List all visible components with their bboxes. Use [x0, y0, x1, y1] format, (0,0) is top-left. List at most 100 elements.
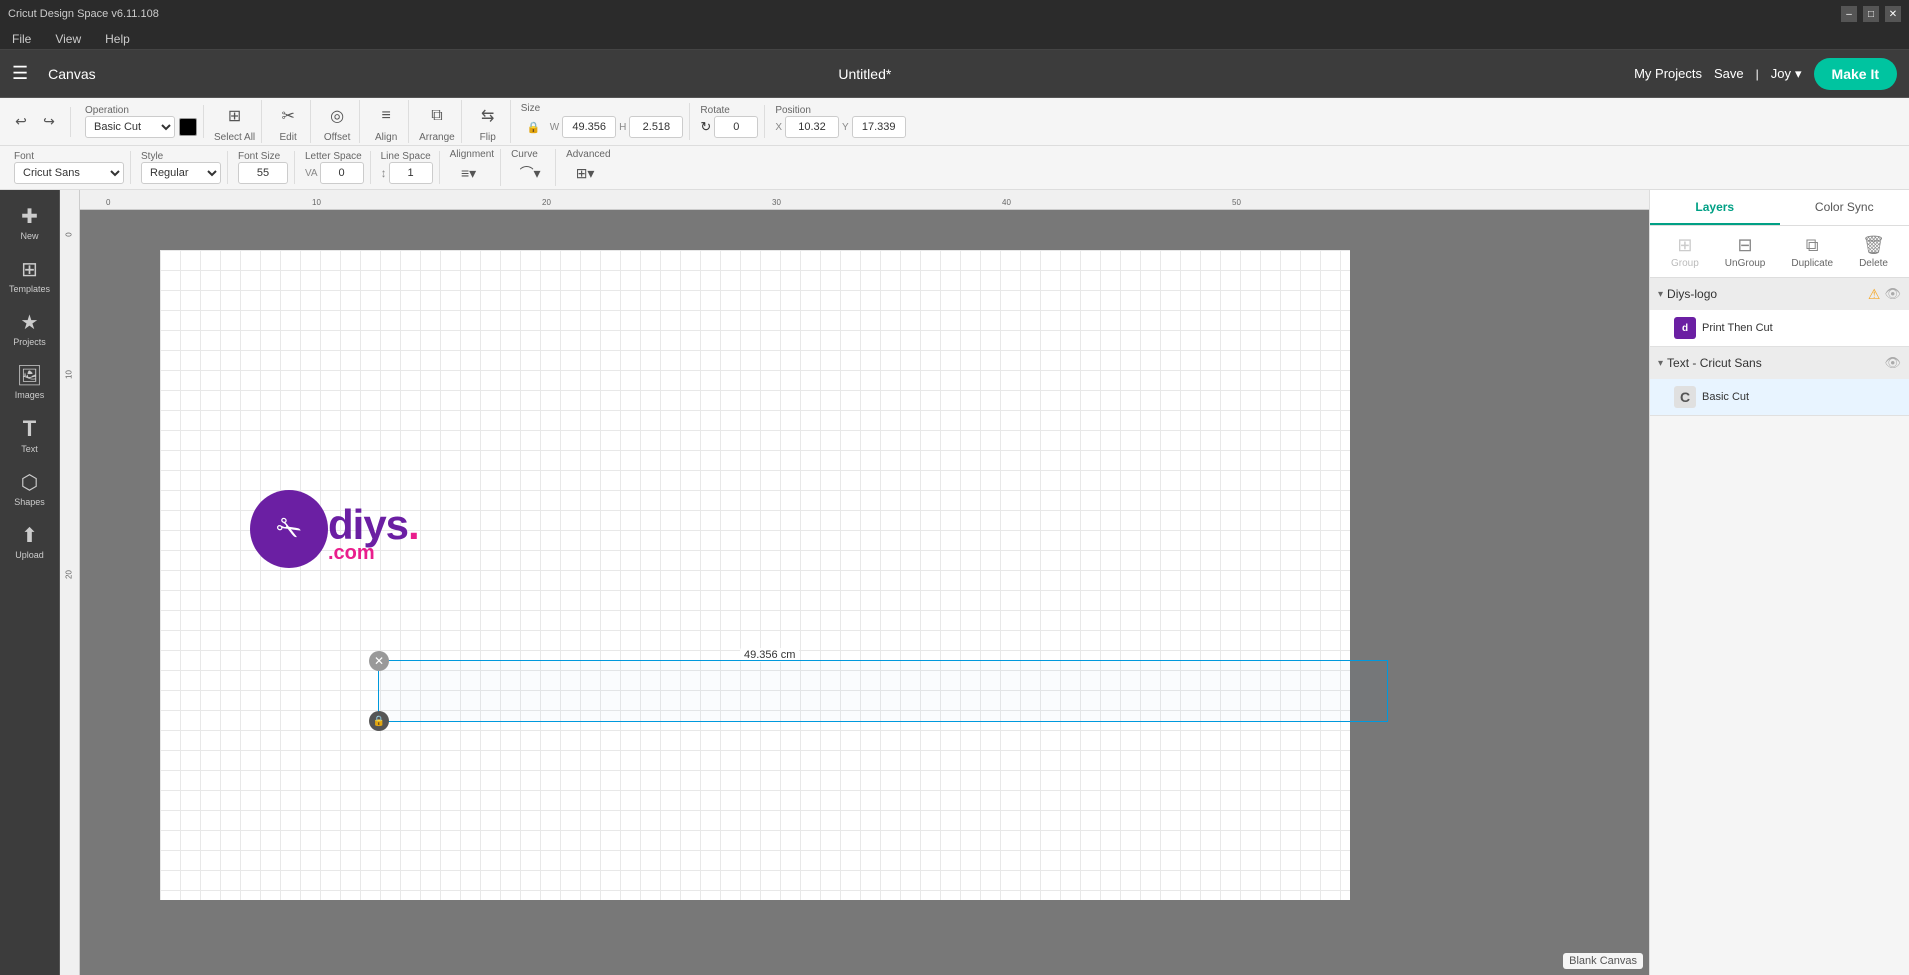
alignment-button[interactable]: ≡▾ — [450, 160, 488, 186]
sidebar-shapes-label: Shapes — [14, 497, 45, 507]
sidebar-images-label: Images — [15, 390, 45, 400]
letter-space-input[interactable] — [320, 162, 364, 184]
layer-group-text: ▾ Text - Cricut Sans 👁 C Basic Cut — [1650, 347, 1909, 416]
sidebar-item-new[interactable]: ✚ New — [4, 198, 56, 247]
close-button[interactable]: ✕ — [1885, 6, 1901, 22]
height-input[interactable] — [629, 116, 683, 138]
delete-button[interactable]: 🗑 Delete — [1859, 235, 1888, 269]
delete-handle[interactable]: ✕ — [369, 651, 389, 671]
x-label: X — [775, 122, 782, 133]
chevron-down-icon: ▾ — [1658, 289, 1663, 300]
chevron-down-icon-2: ▾ — [1658, 358, 1663, 369]
tab-layers[interactable]: Layers — [1650, 190, 1780, 225]
panel-actions: ⊞ Group ⊟ UnGroup ⧉ Duplicate 🗑 Delete — [1650, 226, 1909, 278]
arrange-button[interactable]: ⧉ — [421, 100, 453, 132]
layer-group-text-header[interactable]: ▾ Text - Cricut Sans 👁 — [1650, 347, 1909, 379]
new-icon: ✚ — [21, 204, 38, 229]
user-name-label: Joy — [1771, 66, 1791, 81]
text-selection-container[interactable]: ✕ Cricut Bundles to Buy So You Can Start… — [378, 660, 1388, 722]
menu-view[interactable]: View — [51, 30, 85, 48]
duplicate-label: Duplicate — [1791, 258, 1833, 269]
duplicate-button[interactable]: ⧉ Duplicate — [1791, 235, 1833, 269]
y-label: Y — [842, 122, 849, 133]
menu-help[interactable]: Help — [101, 30, 134, 48]
canvas-background[interactable]: ✂ diys. .com 49.356 cm — [80, 210, 1649, 975]
user-chevron-icon: ▾ — [1795, 66, 1802, 82]
make-it-button[interactable]: Make It — [1814, 58, 1897, 90]
maximize-button[interactable]: □ — [1863, 6, 1879, 22]
undo-button[interactable]: ↩ — [8, 109, 34, 135]
my-projects-button[interactable]: My Projects — [1634, 66, 1702, 81]
minimize-button[interactable]: – — [1841, 6, 1857, 22]
diys-circle: ✂ — [250, 490, 328, 568]
font-select[interactable]: Cricut Sans — [14, 162, 124, 184]
layer-item-basic-cut[interactable]: C Basic Cut — [1650, 379, 1909, 415]
x-input[interactable] — [785, 116, 839, 138]
style-select[interactable]: Regular — [141, 162, 221, 184]
redo-button[interactable]: ↪ — [36, 109, 62, 135]
sidebar-item-shapes[interactable]: ⬡ Shapes — [4, 464, 56, 513]
canvas-area[interactable]: 0 10 20 30 40 50 0 10 20 ✂ — [60, 190, 1649, 975]
eye-icon-group1[interactable]: 👁 — [1884, 286, 1901, 302]
align-label: Align — [375, 132, 397, 143]
ungroup-icon: ⊟ — [1738, 235, 1753, 256]
size-label: Size — [521, 103, 540, 114]
group-button[interactable]: ⊞ Group — [1671, 235, 1699, 269]
width-input[interactable] — [562, 116, 616, 138]
lock-aspect-button[interactable]: 🔒 — [521, 114, 547, 140]
diys-logo[interactable]: ✂ diys. .com — [250, 490, 328, 568]
offset-label: Offset — [324, 132, 351, 143]
user-menu[interactable]: Joy ▾ — [1771, 66, 1802, 82]
rotate-input[interactable] — [714, 116, 758, 138]
text-icon: T — [23, 416, 36, 442]
letter-space-section: Letter Space VA — [299, 151, 371, 184]
group-label: Group — [1671, 258, 1699, 269]
sidebar-item-images[interactable]: 🖼 Images — [4, 357, 56, 406]
separator: | — [1756, 67, 1759, 81]
alignment-section: Alignment ≡▾ — [444, 149, 501, 186]
canvas-white[interactable]: ✂ diys. .com 49.356 cm — [160, 250, 1350, 900]
operation-select[interactable]: Basic Cut — [85, 116, 175, 138]
ruler-mark-20: 20 — [542, 198, 551, 207]
lock-handle[interactable]: 🔒 — [369, 711, 389, 731]
eye-icon-group2[interactable]: 👁 — [1884, 355, 1901, 371]
offset-button[interactable]: ◎ — [321, 100, 353, 132]
sidebar-item-templates[interactable]: ⊞ Templates — [4, 251, 56, 300]
y-input[interactable] — [852, 116, 906, 138]
select-all-button[interactable]: ⊞ — [219, 100, 251, 132]
color-swatch[interactable] — [179, 118, 197, 136]
position-label: Position — [775, 105, 811, 116]
layers-list: ▾ Diys-logo ⚠ 👁 d Print Then Cut ▾ Text … — [1650, 278, 1909, 975]
flip-label: Flip — [480, 132, 496, 143]
layer-item-basic-cut-label: Basic Cut — [1702, 391, 1901, 403]
sidebar-item-text[interactable]: T Text — [4, 410, 56, 460]
layer-group-diys-icons: ⚠ 👁 — [1868, 286, 1901, 303]
layer-item-print-then-cut[interactable]: d Print Then Cut — [1650, 310, 1909, 346]
layer-group-diys-header[interactable]: ▾ Diys-logo ⚠ 👁 — [1650, 278, 1909, 310]
line-space-icon: ↕ — [381, 166, 387, 180]
advanced-label: Advanced — [566, 149, 610, 160]
hamburger-menu[interactable]: ☰ — [12, 63, 28, 84]
layer-group-diys: ▾ Diys-logo ⚠ 👁 d Print Then Cut — [1650, 278, 1909, 347]
ruler-left-mark-0: 0 — [65, 228, 74, 242]
flip-button[interactable]: ⇆ — [472, 100, 504, 132]
ungroup-button[interactable]: ⊟ UnGroup — [1725, 235, 1766, 269]
top-bar: ☰ Canvas Untitled* My Projects Save | Jo… — [0, 50, 1909, 98]
sidebar-item-projects[interactable]: ★ Projects — [4, 304, 56, 353]
curve-button[interactable]: ⌒▾ — [511, 160, 549, 186]
menu-file[interactable]: File — [8, 30, 35, 48]
font-size-section: Font Size — [232, 151, 295, 184]
sidebar-item-upload[interactable]: ⬆ Upload — [4, 517, 56, 566]
font-size-input[interactable] — [238, 162, 288, 184]
align-button[interactable]: ≡ — [370, 100, 402, 132]
edit-button[interactable]: ✂ — [272, 100, 304, 132]
title-bar: Cricut Design Space v6.11.108 – □ ✕ — [0, 0, 1909, 28]
line-space-input[interactable] — [389, 162, 433, 184]
panel-tabs: Layers Color Sync — [1650, 190, 1909, 226]
select-all-label: Select All — [214, 132, 255, 143]
sidebar-projects-label: Projects — [13, 337, 46, 347]
diys-com-text: .com — [328, 542, 419, 565]
advanced-button[interactable]: ⊞▾ — [566, 160, 604, 186]
save-button[interactable]: Save — [1714, 66, 1744, 81]
tab-color-sync[interactable]: Color Sync — [1780, 190, 1909, 225]
